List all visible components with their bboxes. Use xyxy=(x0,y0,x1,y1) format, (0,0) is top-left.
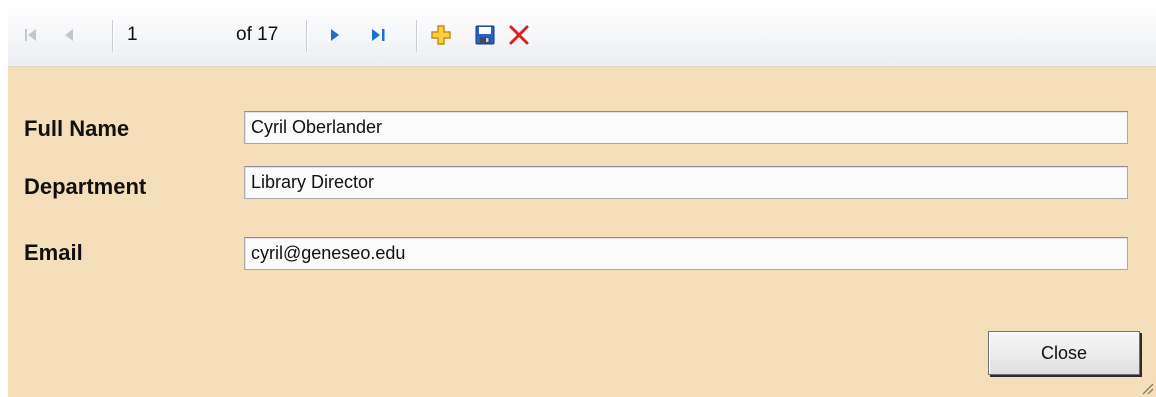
binding-navigator-toolbar: of 17 xyxy=(8,8,1156,67)
toolbar-separator xyxy=(306,20,307,52)
move-previous-icon[interactable] xyxy=(56,21,82,49)
move-next-icon[interactable] xyxy=(322,21,348,49)
add-new-icon[interactable] xyxy=(428,21,454,49)
close-button[interactable]: Close xyxy=(988,331,1140,375)
delete-icon[interactable] xyxy=(506,21,532,49)
full-name-field[interactable] xyxy=(244,111,1128,144)
full-name-label: Full Name xyxy=(24,116,130,141)
email-label: Email xyxy=(24,240,83,265)
move-first-icon[interactable] xyxy=(18,21,44,49)
resize-grip-icon[interactable] xyxy=(1138,379,1154,395)
department-label: Department xyxy=(24,174,147,199)
department-field[interactable] xyxy=(244,166,1128,199)
toolbar-separator xyxy=(112,20,113,52)
toolbar-separator xyxy=(416,20,417,52)
position-input[interactable] xyxy=(124,21,227,49)
record-count-label: of 17 xyxy=(236,24,279,45)
email-field[interactable] xyxy=(244,237,1128,270)
dialog-window: of 17 xyxy=(8,8,1156,397)
save-icon[interactable] xyxy=(472,21,498,49)
move-last-icon[interactable] xyxy=(366,21,392,49)
